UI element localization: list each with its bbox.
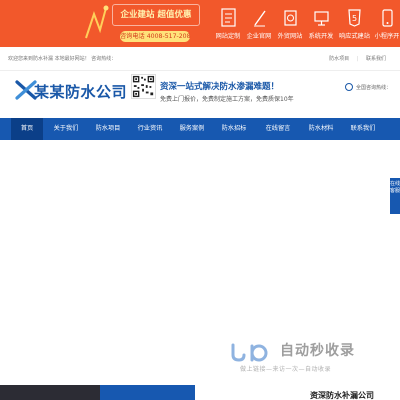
top-link-projects[interactable]: 防水项目: [329, 55, 349, 62]
site-header: 某某防水公司 资深一站式解决防水渗漏难题！ 免费上门报价，免费制定施工方案，免费…: [0, 71, 400, 118]
online-service-tab[interactable]: 在线客服: [390, 178, 400, 214]
page: 企业建站 超值优惠 咨询电话 4008-517-208 网站定制 企业官网 外贸…: [0, 0, 400, 400]
bottom-title: 资深防水补漏公司: [310, 391, 374, 400]
feature-label: 响应式建站: [339, 33, 370, 40]
globe-icon: [283, 10, 297, 26]
top-strip: 欢迎您来到防水补漏 本地最好网站！ 咨询热线： 防水项目 | 联系我们: [0, 47, 400, 71]
feature-label: 小程序开: [374, 33, 400, 40]
top-link-contact[interactable]: 联系我们: [366, 55, 386, 62]
nav-item-bidding[interactable]: 防水招标: [215, 118, 253, 140]
phone-icon: [381, 9, 393, 27]
promo-phone[interactable]: 咨询电话 4008-517-208: [120, 31, 191, 42]
bottom-blue-panel: [100, 385, 195, 400]
feature-system-dev[interactable]: 系统开发: [306, 7, 336, 40]
document-icon: [220, 8, 236, 27]
feature-label: 企业官网: [246, 33, 272, 40]
watermark-logo-icon: [231, 343, 268, 362]
top-links: 防水项目 | 联系我们: [323, 55, 386, 62]
feature-mini-program[interactable]: 小程序开: [372, 7, 400, 40]
nav-item-message[interactable]: 在线留言: [259, 118, 297, 140]
nav-item-about[interactable]: 关于我们: [47, 118, 85, 140]
bottom-dark-panel: [0, 385, 100, 400]
watermark-subtitle: 做上链接—来访一次—自动收录: [240, 366, 332, 373]
feature-label: 外贸网站: [277, 33, 303, 40]
slider-dots: [195, 374, 207, 389]
promo-headline: 企业建站 超值优惠: [112, 4, 200, 26]
slogan-sub: 免费上门报价，免费制定施工方案，免费质保10年: [160, 96, 294, 103]
feature-label: 系统开发: [308, 33, 334, 40]
nav-item-news[interactable]: 行业资讯: [131, 118, 169, 140]
html5-icon: 5: [347, 9, 361, 27]
phone-icon: [345, 83, 353, 91]
logo-text[interactable]: 某某防水公司: [34, 81, 127, 102]
watermark: 自动秒收录 做上链接—来访一次—自动收录: [230, 338, 400, 378]
feature-corporate-site[interactable]: 企业官网: [244, 7, 274, 40]
decoration-icon: [85, 5, 109, 39]
qr-code-icon: [131, 74, 156, 99]
watermark-title: 自动秒收录: [280, 343, 355, 359]
hotline-label: 全国咨询热线：: [356, 85, 392, 91]
slogan-main: 资深一站式解决防水渗漏难题！: [160, 82, 280, 92]
nav-item-projects[interactable]: 防水项目: [89, 118, 127, 140]
nav-item-cases[interactable]: 服务案例: [173, 118, 211, 140]
monitor-icon: [313, 11, 329, 26]
feature-responsive[interactable]: 5 响应式建站: [339, 7, 370, 40]
svg-text:5: 5: [351, 14, 356, 23]
pen-icon: [253, 10, 266, 27]
nav-item-contact[interactable]: 联系我们: [344, 118, 382, 140]
feature-website-custom[interactable]: 网站定制: [213, 7, 243, 40]
promo-banner[interactable]: 企业建站 超值优惠 咨询电话 4008-517-208 网站定制 企业官网 外贸…: [0, 0, 400, 47]
feature-label: 网站定制: [215, 33, 241, 40]
nav-item-home[interactable]: 首页: [11, 118, 43, 140]
main-nav: 首页 关于我们 防水项目 行业资讯 服务案例 防水招标 在线留言 防水材料 联系…: [0, 118, 400, 140]
nav-item-materials[interactable]: 防水材料: [302, 118, 340, 140]
feature-trade-site[interactable]: 外贸网站: [275, 7, 305, 40]
divider: |: [356, 56, 359, 62]
welcome-text: 欢迎您来到防水补漏 本地最好网站！ 咨询热线：: [8, 56, 117, 62]
